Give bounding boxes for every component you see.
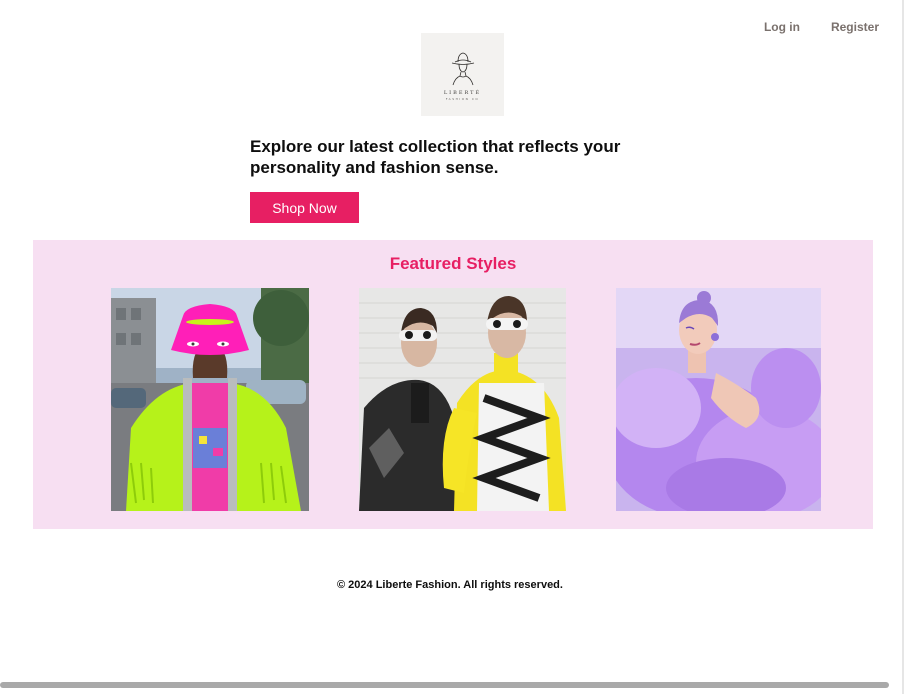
- style-card-monochrome[interactable]: [359, 288, 566, 511]
- shop-now-button[interactable]: Shop Now: [250, 192, 359, 223]
- horizontal-scrollbar[interactable]: [0, 680, 904, 694]
- style-card-neon[interactable]: [111, 288, 309, 511]
- hero-headline: Explore our latest collection that refle…: [250, 137, 621, 177]
- woman-in-hat-icon: [451, 52, 474, 85]
- page: Log in Register LIBERTÉ FASHION CO Explo…: [0, 0, 904, 694]
- style-card-lilac[interactable]: [616, 288, 821, 511]
- logo-brand-text: LIBERTÉ: [443, 89, 482, 96]
- horizontal-scrollbar-thumb[interactable]: [0, 682, 889, 688]
- footer-copyright: © 2024 Liberte Fashion. All rights reser…: [337, 579, 563, 591]
- top-nav: Log in Register: [764, 20, 879, 34]
- photo-neon-bucket-hat-green-fringe-jacket: [111, 288, 309, 511]
- brand-logo[interactable]: LIBERTÉ FASHION CO: [421, 33, 504, 116]
- register-link[interactable]: Register: [831, 20, 879, 34]
- photo-woman-lilac-tulle-dress: [616, 288, 821, 511]
- login-link[interactable]: Log in: [764, 20, 800, 34]
- logo-sub-text: FASHION CO: [445, 96, 480, 101]
- featured-styles-title: Featured Styles: [389, 254, 517, 273]
- featured-styles-section: Featured Styles: [33, 240, 873, 529]
- photo-two-models-white-sunglasses: [359, 288, 566, 511]
